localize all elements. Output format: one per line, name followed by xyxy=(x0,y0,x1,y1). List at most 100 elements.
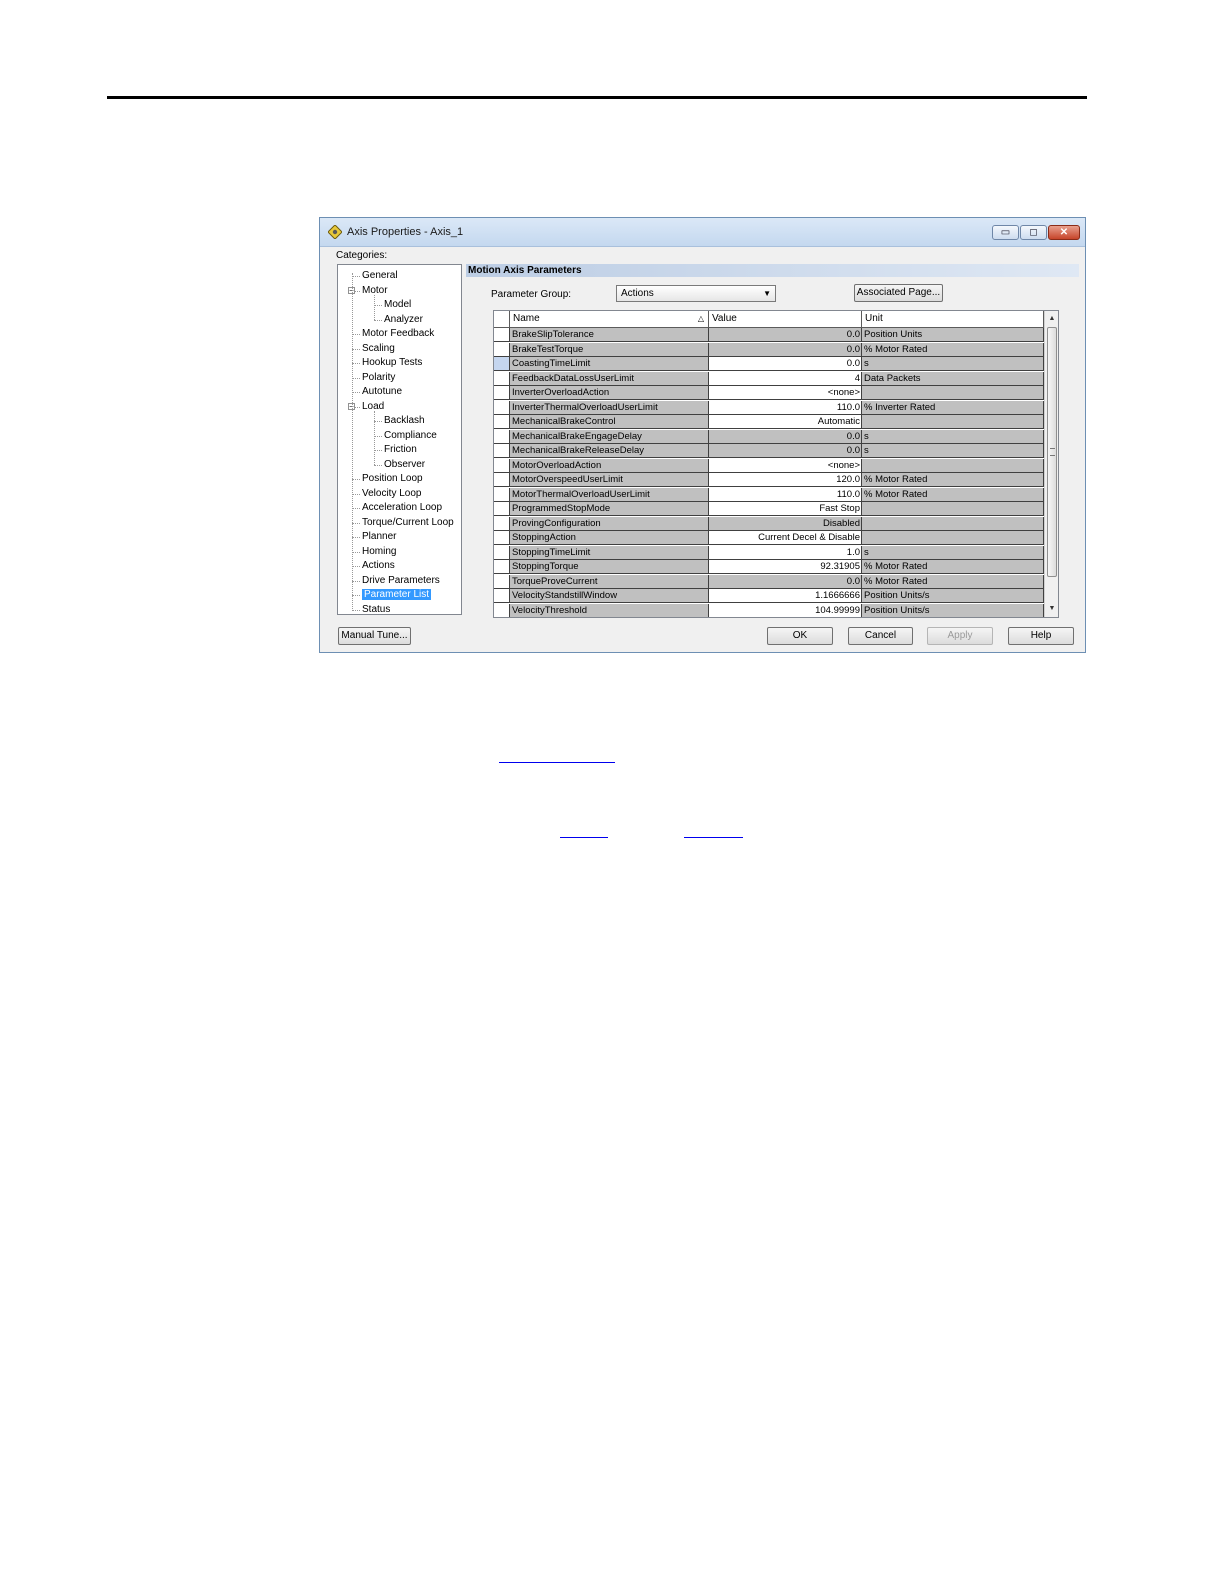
category-item[interactable]: Compliance xyxy=(384,429,437,442)
table-row[interactable]: StoppingAction Current Decel & Disable xyxy=(494,531,1058,546)
table-row[interactable]: FeedbackDataLossUserLimit 4 Data Packets xyxy=(494,371,1058,387)
close-button[interactable]: ✕ xyxy=(1048,225,1080,240)
scrollbar-thumb[interactable] xyxy=(1047,327,1057,577)
table-row[interactable]: MechanicalBrakeReleaseDelay 0.0 s xyxy=(494,444,1058,459)
row-selector[interactable] xyxy=(494,560,510,574)
scroll-up-icon[interactable]: ▲ xyxy=(1045,312,1058,326)
title-bar[interactable]: Axis Properties - Axis_1 ▭ ◻ ✕ xyxy=(320,218,1085,247)
category-item[interactable]: Drive Parameters xyxy=(362,574,440,587)
row-selector[interactable] xyxy=(494,545,510,560)
row-selector[interactable] xyxy=(494,429,510,444)
category-item[interactable]: Motor Feedback xyxy=(362,327,434,340)
row-selector[interactable] xyxy=(494,473,510,487)
maximize-button[interactable]: ◻ xyxy=(1020,225,1047,240)
parameter-value[interactable]: 4 xyxy=(709,371,862,386)
table-row[interactable]: TorqueProveCurrent 0.0% Motor Rated xyxy=(494,574,1058,590)
parameter-value[interactable]: 110.0 xyxy=(709,400,862,415)
parameter-value[interactable]: Fast Stop xyxy=(709,502,862,516)
table-row[interactable]: VelocityStandstillWindow 1.1666666 Positio… xyxy=(494,589,1058,604)
table-row[interactable]: InverterOverloadAction <none> xyxy=(494,386,1058,401)
row-selector[interactable] xyxy=(494,502,510,516)
column-header-name[interactable]: Name △ xyxy=(510,311,709,327)
table-row[interactable]: MechanicalBrakeControl Automatic xyxy=(494,415,1058,430)
parameter-name: TorqueProveCurrent xyxy=(510,574,709,589)
row-selector[interactable] xyxy=(494,371,510,386)
parameter-value[interactable]: 1.0 xyxy=(709,545,862,560)
table-row[interactable]: InverterThermalOverloadUserLimit 110.0% I… xyxy=(494,400,1058,416)
table-row[interactable]: BrakeSlipTolerance 0.0 Position Units xyxy=(494,328,1058,343)
associated-page-button[interactable]: Associated Page... xyxy=(854,284,943,302)
column-header-unit[interactable]: Unit xyxy=(862,311,1044,327)
row-selector[interactable] xyxy=(494,328,510,342)
manual-tune-button[interactable]: Manual Tune... xyxy=(338,627,411,645)
parameter-value[interactable]: 0.0 xyxy=(709,357,862,371)
row-selector[interactable] xyxy=(494,603,510,617)
row-selector[interactable] xyxy=(494,458,510,473)
category-item[interactable]: Friction xyxy=(384,443,417,456)
row-selector[interactable] xyxy=(494,357,510,371)
parameter-value[interactable]: <none> xyxy=(709,458,862,473)
row-selector[interactable] xyxy=(494,487,510,502)
table-row[interactable]: MotorOverloadAction <none> xyxy=(494,458,1058,474)
category-item[interactable]: General xyxy=(362,269,398,282)
parameter-group-select[interactable]: Actions ▼ xyxy=(616,285,776,302)
category-item[interactable]: Backlash xyxy=(384,414,425,427)
vertical-scrollbar[interactable]: ▲ ▼ xyxy=(1044,311,1058,617)
row-selector[interactable] xyxy=(494,342,510,357)
parameter-value[interactable]: 120.0 xyxy=(709,473,862,487)
categories-tree[interactable]: General − Motor Model Analyzer Motor Feedback… xyxy=(337,264,462,615)
table-row[interactable]: MotorOverspeedUserLimit 120.0% Motor Rate… xyxy=(494,473,1058,488)
minimize-button[interactable]: ▭ xyxy=(992,225,1019,240)
table-row[interactable]: MotorThermalOverloadUserLimit 110.0% Moto… xyxy=(494,487,1058,503)
row-selector[interactable] xyxy=(494,415,510,429)
category-item[interactable]: Polarity xyxy=(362,371,395,384)
parameter-value[interactable]: Current Decel & Disable xyxy=(709,531,862,545)
hyperlink-underline[interactable] xyxy=(499,762,615,763)
category-item[interactable]: Actions xyxy=(362,559,395,572)
row-selector[interactable] xyxy=(494,531,510,545)
category-item[interactable]: Status xyxy=(362,603,390,616)
parameter-value[interactable]: 104.99999 xyxy=(709,603,862,617)
parameter-name: FeedbackDataLossUserLimit xyxy=(510,371,709,386)
category-item[interactable]: Hookup Tests xyxy=(362,356,422,369)
ok-button[interactable]: OK xyxy=(767,627,833,645)
category-item[interactable]: Torque/Current Loop xyxy=(362,516,454,529)
apply-button[interactable]: Apply xyxy=(927,627,993,645)
row-selector[interactable] xyxy=(494,589,510,603)
table-row[interactable]: StoppingTorque 92.31905% Motor Rated xyxy=(494,560,1058,575)
category-item[interactable]: Model xyxy=(384,298,411,311)
scroll-down-icon[interactable]: ▼ xyxy=(1045,602,1058,616)
hyperlink-underline[interactable] xyxy=(684,837,743,838)
column-header-value[interactable]: Value xyxy=(709,311,862,327)
parameter-value[interactable]: Automatic xyxy=(709,415,862,429)
category-item[interactable]: Planner xyxy=(362,530,396,543)
parameter-value[interactable]: <none> xyxy=(709,386,862,400)
cancel-button[interactable]: Cancel xyxy=(848,627,913,645)
row-selector[interactable] xyxy=(494,386,510,400)
table-row[interactable]: StoppingTimeLimit 1.0 s xyxy=(494,545,1058,561)
category-item[interactable]: Acceleration Loop xyxy=(362,501,442,514)
category-item[interactable]: Autotune xyxy=(362,385,402,398)
parameter-value[interactable]: 1.1666666 xyxy=(709,589,862,603)
help-button[interactable]: Help xyxy=(1008,627,1074,645)
category-item[interactable]: Parameter List xyxy=(362,588,432,601)
category-item[interactable]: Analyzer xyxy=(384,313,423,326)
category-item[interactable]: Observer xyxy=(384,458,425,471)
hyperlink-underline[interactable] xyxy=(560,837,608,838)
row-selector[interactable] xyxy=(494,574,510,589)
row-selector[interactable] xyxy=(494,444,510,458)
table-row[interactable]: CoastingTimeLimit 0.0 s xyxy=(494,357,1058,372)
category-item[interactable]: Velocity Loop xyxy=(362,487,422,500)
row-selector[interactable] xyxy=(494,400,510,415)
table-row[interactable]: BrakeTestTorque 0.0% Motor Rated xyxy=(494,342,1058,358)
parameter-value[interactable]: 110.0 xyxy=(709,487,862,502)
category-item[interactable]: Homing xyxy=(362,545,396,558)
table-row[interactable]: ProvingConfiguration Disabled xyxy=(494,516,1058,532)
parameter-value[interactable]: 92.31905 xyxy=(709,560,862,574)
category-item[interactable]: Scaling xyxy=(362,342,395,355)
row-selector[interactable] xyxy=(494,516,510,531)
table-row[interactable]: MechanicalBrakeEngageDelay 0.0 s xyxy=(494,429,1058,445)
category-item[interactable]: Position Loop xyxy=(362,472,423,485)
table-row[interactable]: VelocityThreshold 104.99999 Position Units… xyxy=(494,603,1058,617)
table-row[interactable]: ProgrammedStopMode Fast Stop xyxy=(494,502,1058,517)
